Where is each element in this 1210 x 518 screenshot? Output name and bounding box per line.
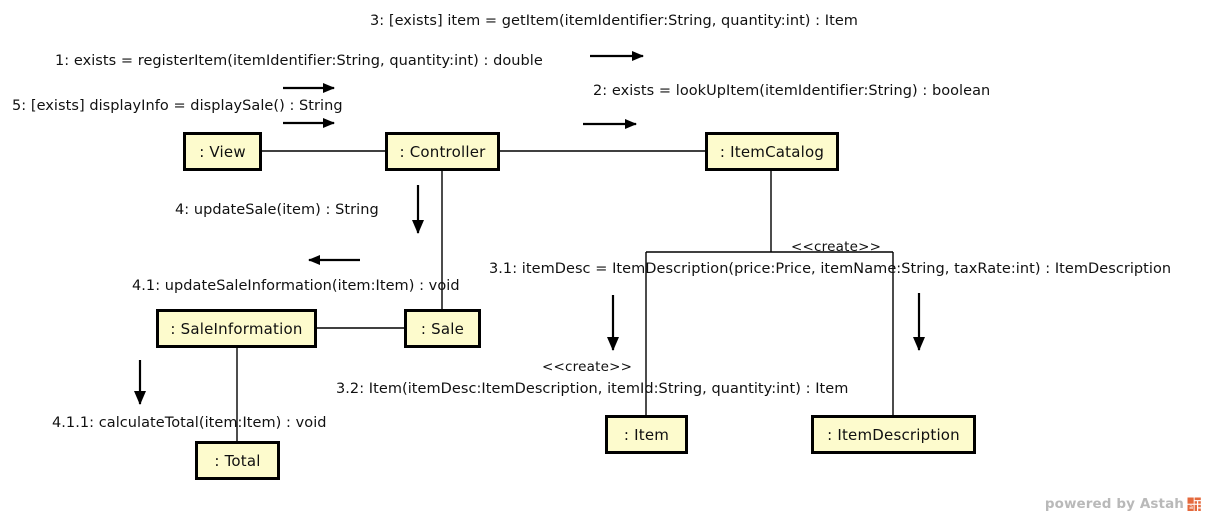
message-label-3-1: 3.1: itemDesc = ItemDescription(price:Pr… [489,261,1172,277]
lifeline-controller[interactable]: : Controller [385,132,500,171]
lifeline-itemcatalog[interactable]: : ItemCatalog [705,132,839,171]
lifeline-item-label: : Item [623,425,670,444]
lifeline-total-label: : Total [214,451,261,470]
lifeline-sale-label: : Sale [420,319,465,338]
lifeline-item[interactable]: : Item [605,415,688,454]
stereotype-create-item: <<create>> [542,359,633,375]
lifeline-controller-label: : Controller [399,142,486,161]
message-label-1: 1: exists = registerItem(itemIdentifier:… [55,53,543,69]
message-label-3: 3: [exists] item = getItem(itemIdentifie… [370,13,858,29]
lifeline-total[interactable]: : Total [195,441,280,480]
stereotype-create-itemdescription: <<create>> [791,239,882,255]
association-links [236,150,894,441]
watermark-text: powered by Astah [1044,496,1184,512]
lifeline-view[interactable]: : View [183,132,262,171]
lifeline-sale[interactable]: : Sale [404,309,481,348]
watermark: powered by Astah a [1045,496,1202,512]
message-label-3-2: 3.2: Item(itemDesc:ItemDescription, item… [336,381,849,397]
message-label-2: 2: exists = lookUpItem(itemIdentifier:St… [593,83,991,99]
message-label-4: 4: updateSale(item) : String [175,202,379,218]
lifeline-itemdescription-label: : ItemDescription [827,425,960,444]
message-label-4-1-1: 4.1.1: calculateTotal(item:Item) : void [52,415,327,431]
lifeline-saleinformation[interactable]: : SaleInformation [156,309,317,348]
lifeline-view-label: : View [199,142,246,161]
diagram-canvas: 3: [exists] item = getItem(itemIdentifie… [0,0,1210,518]
message-label-5: 5: [exists] displayInfo = displaySale() … [12,98,343,114]
astah-logo-icon: a [1187,496,1202,512]
message-label-4-1: 4.1: updateSaleInformation(item:Item) : … [132,278,460,294]
lifeline-itemdescription[interactable]: : ItemDescription [811,415,976,454]
lifeline-saleinformation-label: : SaleInformation [170,319,303,338]
lifeline-itemcatalog-label: : ItemCatalog [719,142,825,161]
svg-text:a: a [1189,502,1193,510]
